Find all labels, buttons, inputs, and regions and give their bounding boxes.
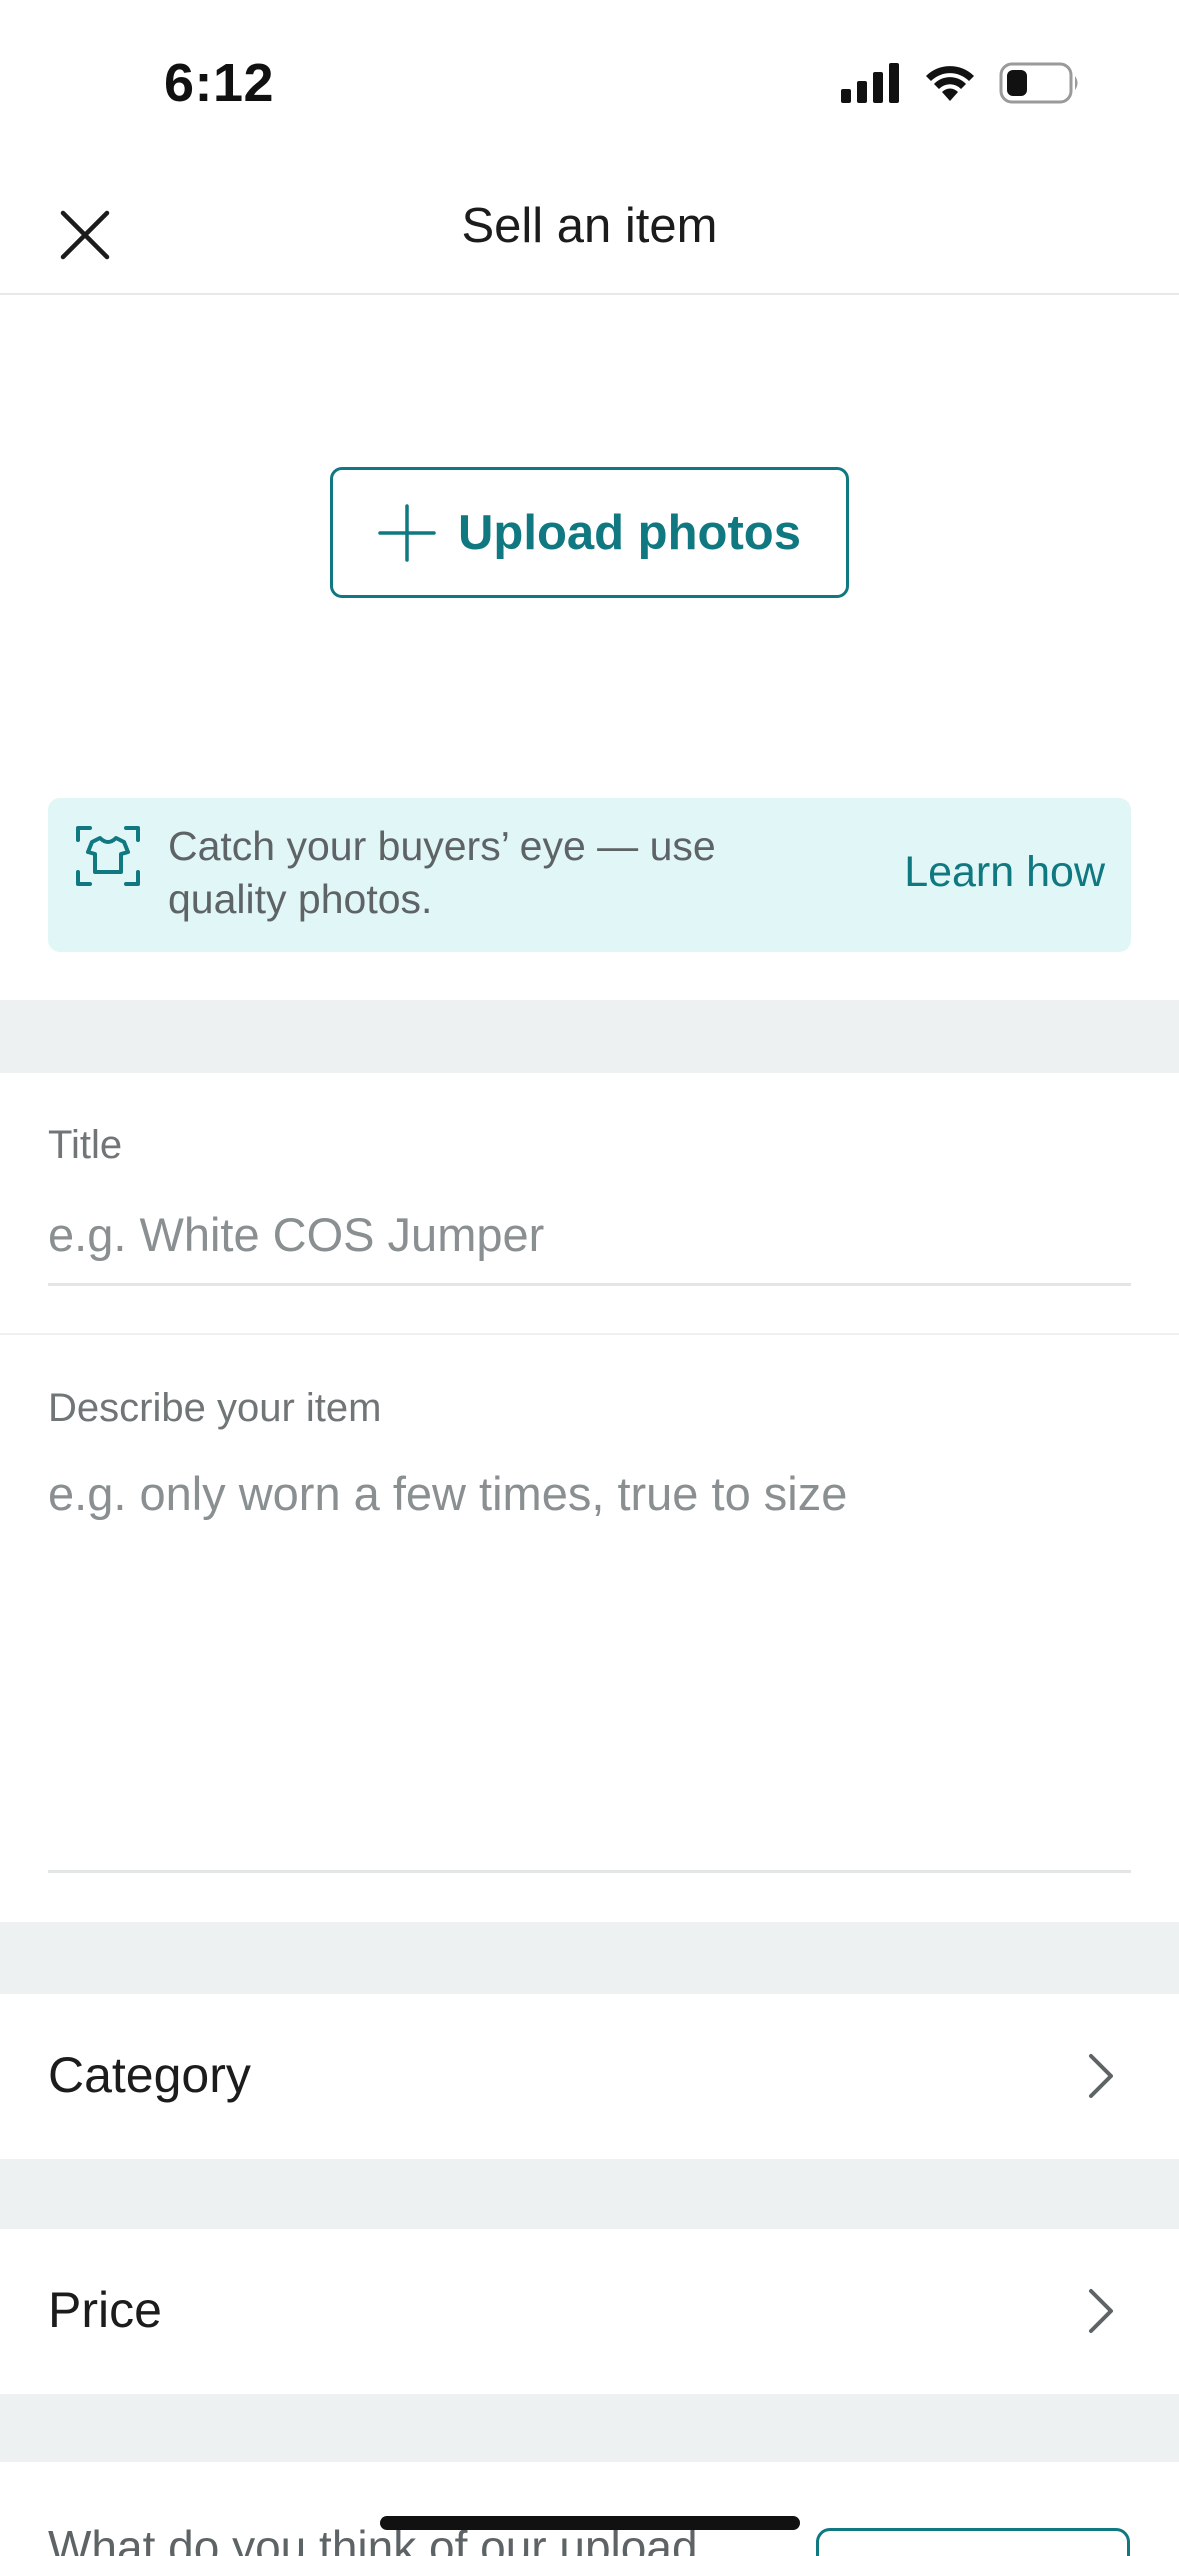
home-indicator — [380, 2516, 800, 2530]
price-row[interactable]: Price — [0, 2229, 1179, 2394]
photo-upload-area: Upload photos — [0, 297, 1179, 777]
description-field-section: Describe your item — [0, 1336, 1179, 1922]
page-title: Sell an item — [461, 199, 718, 253]
section-divider — [0, 2394, 1179, 2462]
wifi-icon — [926, 66, 974, 101]
feedback-button[interactable] — [816, 2528, 1130, 2556]
status-bar: 6:12 — [0, 0, 1179, 170]
learn-how-link[interactable]: Learn how — [904, 848, 1105, 897]
shirt-scan-icon — [76, 826, 140, 886]
upload-photos-button[interactable]: Upload photos — [330, 467, 849, 598]
description-input[interactable] — [48, 1464, 1131, 1794]
section-divider — [0, 1922, 1179, 1994]
cellular-signal-icon — [841, 63, 899, 103]
description-label: Describe your item — [48, 1386, 382, 1430]
section-divider — [0, 2159, 1179, 2229]
title-input[interactable] — [48, 1203, 1131, 1265]
status-icons — [841, 62, 1081, 104]
section-divider — [0, 1000, 1179, 1073]
photo-tip-banner: Catch your buyers’ eye — use quality pho… — [48, 798, 1131, 952]
tip-text: Catch your buyers’ eye — use quality pho… — [168, 823, 716, 922]
chevron-right-icon — [1089, 2054, 1113, 2098]
category-label: Category — [48, 2047, 251, 2103]
title-underline — [48, 1283, 1131, 1286]
category-row[interactable]: Category — [0, 1994, 1179, 2159]
status-time: 6:12 — [164, 53, 275, 113]
title-label: Title — [48, 1123, 123, 1167]
upload-photos-label: Upload photos — [458, 505, 801, 560]
description-underline — [48, 1870, 1131, 1873]
price-label: Price — [48, 2282, 162, 2338]
upload-feedback-section: What do you think of our upload — [0, 2462, 1179, 2556]
nav-bar: Sell an item — [0, 170, 1179, 295]
plus-icon — [378, 503, 436, 562]
battery-icon — [999, 62, 1078, 104]
title-field-section: Title — [0, 1073, 1179, 1335]
chevron-right-icon — [1089, 2289, 1113, 2333]
